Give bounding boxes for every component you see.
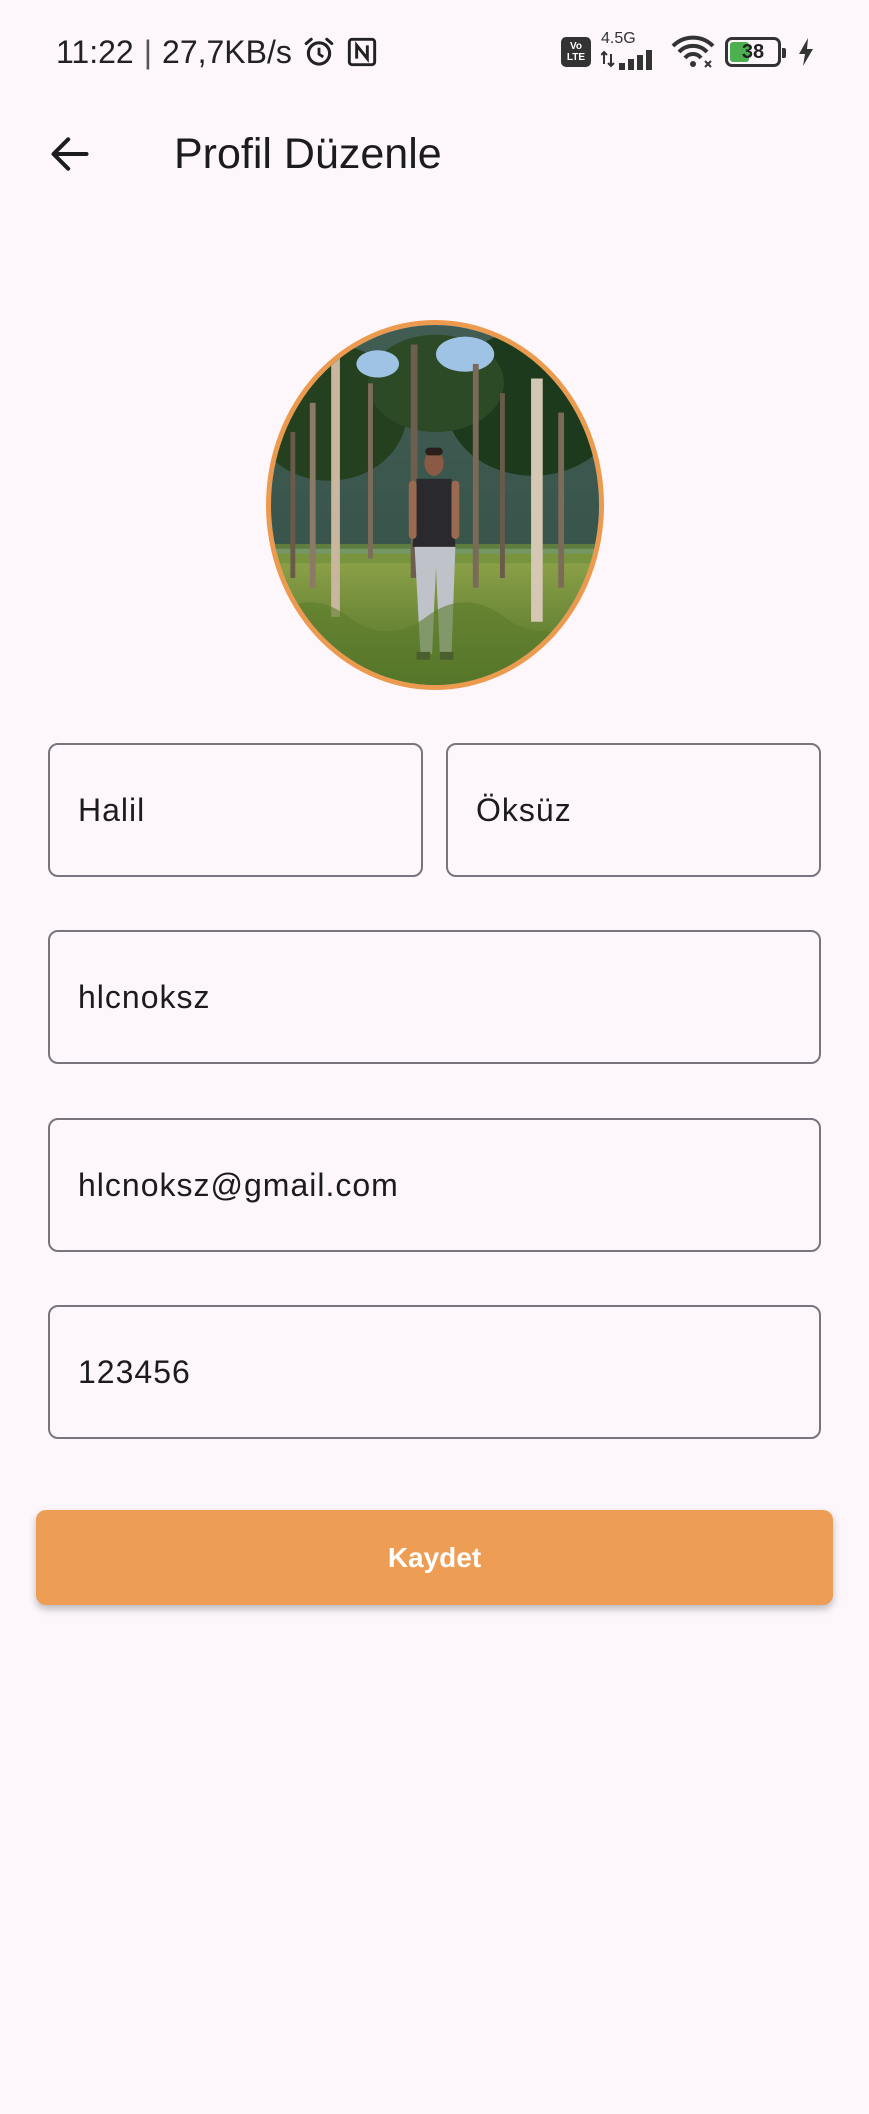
app-bar: Profil Düzenle — [0, 104, 869, 204]
password-field[interactable] — [48, 1305, 821, 1439]
email-field[interactable] — [48, 1118, 821, 1252]
first-name-input[interactable] — [78, 791, 421, 829]
charging-icon — [797, 38, 815, 66]
password-input[interactable] — [78, 1353, 819, 1391]
username-field[interactable] — [48, 930, 821, 1064]
arrow-left-icon — [51, 137, 89, 171]
nfc-icon — [346, 36, 378, 68]
battery-icon: 38 — [725, 37, 786, 67]
first-name-field[interactable] — [48, 743, 423, 877]
signal-icon — [600, 48, 661, 74]
net-speed: 27,7KB/s — [162, 33, 292, 70]
status-separator: | — [143, 33, 153, 70]
status-bar-left: 11:22 | 27,7KB/s — [56, 34, 378, 71]
profile-avatar[interactable] — [266, 320, 604, 690]
profile-photo — [271, 325, 599, 685]
back-button[interactable] — [42, 126, 98, 182]
network-type: 4.5G — [601, 29, 636, 47]
status-bar: 11:22 | 27,7KB/s Vo LTE 4.5G 38 — [0, 0, 869, 104]
edit-profile-screen: 11:22 | 27,7KB/s Vo LTE 4.5G 38 Profil D… — [0, 0, 869, 2114]
save-button[interactable]: Kaydet — [36, 1510, 833, 1605]
status-bar-right: Vo LTE 4.5G 38 — [561, 29, 815, 74]
username-input[interactable] — [78, 978, 819, 1016]
status-time: 11:22 — [56, 33, 134, 70]
email-input[interactable] — [78, 1166, 819, 1204]
wifi-icon — [671, 35, 715, 69]
battery-tip — [782, 48, 786, 58]
volte-icon: Vo LTE — [561, 37, 591, 67]
alarm-icon — [302, 35, 336, 69]
battery-level: 38 — [741, 40, 765, 63]
page-title: Profil Düzenle — [174, 130, 442, 178]
last-name-input[interactable] — [476, 791, 819, 829]
signal-group: 4.5G — [600, 29, 661, 74]
last-name-field[interactable] — [446, 743, 821, 877]
